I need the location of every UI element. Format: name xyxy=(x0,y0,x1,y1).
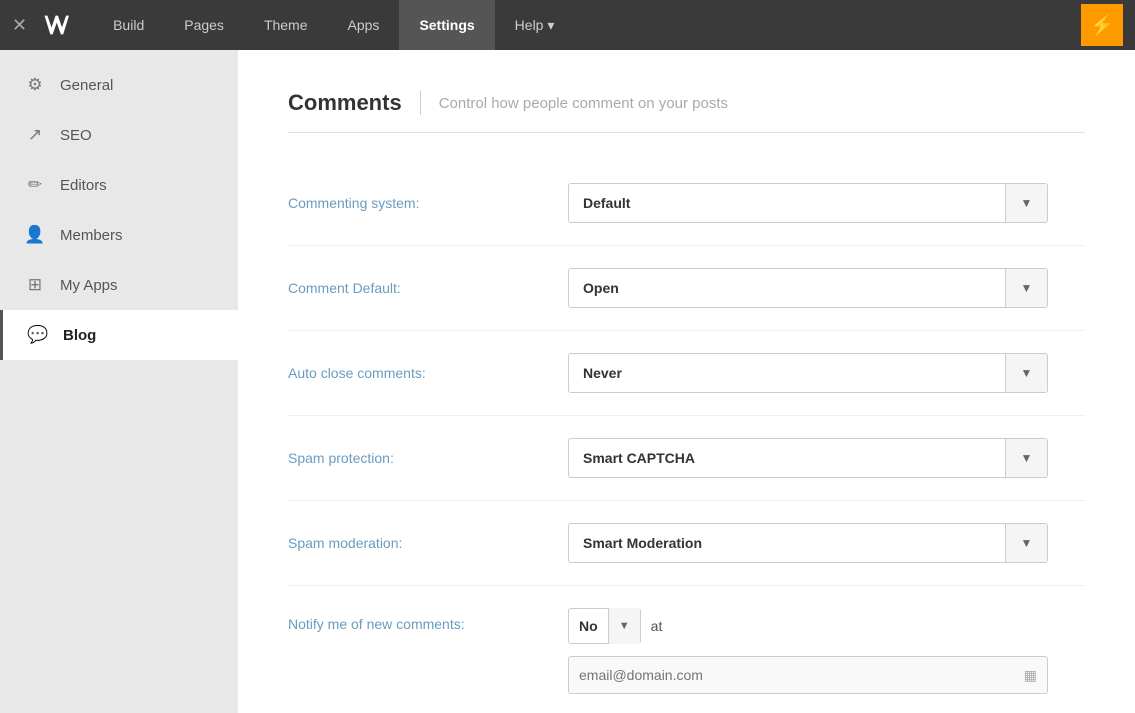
sidebar-label-editors: Editors xyxy=(60,177,107,194)
dropdown-value-auto-close: Never xyxy=(569,365,1005,381)
sidebar-item-editors[interactable]: ✏ Editors xyxy=(0,160,238,210)
members-icon: 👤 xyxy=(24,224,46,246)
form-row-comment-default: Comment Default: Open ▼ xyxy=(288,246,1085,331)
sidebar: ⚙ General ↗ SEO ✏ Editors 👤 Members ⊞ My… xyxy=(0,50,238,713)
chevron-down-icon: ▼ xyxy=(1005,523,1047,563)
form-row-spam-moderation: Spam moderation: Smart Moderation ▼ xyxy=(288,501,1085,586)
sidebar-label-members: Members xyxy=(60,227,123,244)
gear-icon: ⚙ xyxy=(24,74,46,96)
sidebar-label-myapps: My Apps xyxy=(60,277,118,294)
chevron-down-icon: ▼ xyxy=(1005,183,1047,223)
dropdown-comment-default[interactable]: Open ▼ xyxy=(568,268,1048,308)
sidebar-item-blog[interactable]: 💬 Blog xyxy=(0,310,238,360)
dropdown-value-spam-moderation: Smart Moderation xyxy=(569,535,1005,551)
logo xyxy=(37,7,73,43)
sidebar-item-members[interactable]: 👤 Members xyxy=(0,210,238,260)
dropdown-notify[interactable]: No ▼ xyxy=(568,608,641,644)
at-text: at xyxy=(651,618,663,634)
form-row-notify: Notify me of new comments: No ▼ at ▦ xyxy=(288,586,1085,713)
form-row-auto-close: Auto close comments: Never ▼ xyxy=(288,331,1085,416)
page-title: Comments xyxy=(288,90,402,116)
control-spam-moderation: Smart Moderation ▼ xyxy=(568,523,1048,563)
dropdown-spam-moderation[interactable]: Smart Moderation ▼ xyxy=(568,523,1048,563)
header-divider xyxy=(420,91,421,115)
label-commenting-system: Commenting system: xyxy=(288,195,568,211)
dropdown-auto-close[interactable]: Never ▼ xyxy=(568,353,1048,393)
chevron-down-icon: ▼ xyxy=(1005,268,1047,308)
seo-icon: ↗ xyxy=(24,124,46,146)
sidebar-label-blog: Blog xyxy=(63,327,96,344)
label-notify: Notify me of new comments: xyxy=(288,608,568,632)
upgrade-button[interactable]: ⚡ xyxy=(1081,4,1123,46)
notify-controls: No ▼ at ▦ xyxy=(568,608,1048,694)
sidebar-label-seo: SEO xyxy=(60,127,92,144)
control-spam-protection: Smart CAPTCHA ▼ xyxy=(568,438,1048,478)
chevron-down-icon: ▼ xyxy=(1005,438,1047,478)
dropdown-value-notify: No xyxy=(569,618,608,634)
email-input-wrap: ▦ xyxy=(568,656,1048,694)
blog-icon: 💬 xyxy=(27,324,49,346)
page-header: Comments Control how people comment on y… xyxy=(288,90,1085,133)
chevron-down-icon: ▼ xyxy=(608,608,640,644)
chevron-down-icon: ▼ xyxy=(1005,353,1047,393)
sidebar-item-myapps[interactable]: ⊞ My Apps xyxy=(0,260,238,310)
dropdown-value-commenting-system: Default xyxy=(569,195,1005,211)
label-spam-moderation: Spam moderation: xyxy=(288,535,568,551)
control-commenting-system: Default ▼ xyxy=(568,183,1048,223)
dropdown-commenting-system[interactable]: Default ▼ xyxy=(568,183,1048,223)
nav-help[interactable]: Help ▾ xyxy=(495,0,575,50)
nav-apps[interactable]: Apps xyxy=(328,0,400,50)
apps-icon: ⊞ xyxy=(24,274,46,296)
page-subtitle: Control how people comment on your posts xyxy=(439,95,728,112)
dropdown-spam-protection[interactable]: Smart CAPTCHA ▼ xyxy=(568,438,1048,478)
close-button[interactable]: ✕ xyxy=(12,16,27,34)
notify-top: No ▼ at xyxy=(568,608,1048,644)
form-row-spam-protection: Spam protection: Smart CAPTCHA ▼ xyxy=(288,416,1085,501)
email-icon: ▦ xyxy=(1024,667,1037,684)
form-row-commenting-system: Commenting system: Default ▼ xyxy=(288,161,1085,246)
main-layout: ⚙ General ↗ SEO ✏ Editors 👤 Members ⊞ My… xyxy=(0,50,1135,713)
email-input[interactable] xyxy=(579,667,1024,683)
nav-settings[interactable]: Settings xyxy=(399,0,494,50)
sidebar-item-general[interactable]: ⚙ General xyxy=(0,60,238,110)
nav-theme[interactable]: Theme xyxy=(244,0,328,50)
label-spam-protection: Spam protection: xyxy=(288,450,568,466)
nav-pages[interactable]: Pages xyxy=(164,0,244,50)
label-comment-default: Comment Default: xyxy=(288,280,568,296)
sidebar-item-seo[interactable]: ↗ SEO xyxy=(0,110,238,160)
control-auto-close: Never ▼ xyxy=(568,353,1048,393)
control-comment-default: Open ▼ xyxy=(568,268,1048,308)
main-content: Comments Control how people comment on y… xyxy=(238,50,1135,713)
dropdown-value-comment-default: Open xyxy=(569,280,1005,296)
dropdown-value-spam-protection: Smart CAPTCHA xyxy=(569,450,1005,466)
label-auto-close: Auto close comments: xyxy=(288,365,568,381)
top-nav: ✕ Build Pages Theme Apps Settings Help ▾… xyxy=(0,0,1135,50)
edit-icon: ✏ xyxy=(24,174,46,196)
nav-build[interactable]: Build xyxy=(93,0,164,50)
sidebar-label-general: General xyxy=(60,77,113,94)
nav-links: Build Pages Theme Apps Settings Help ▾ xyxy=(93,0,1081,50)
